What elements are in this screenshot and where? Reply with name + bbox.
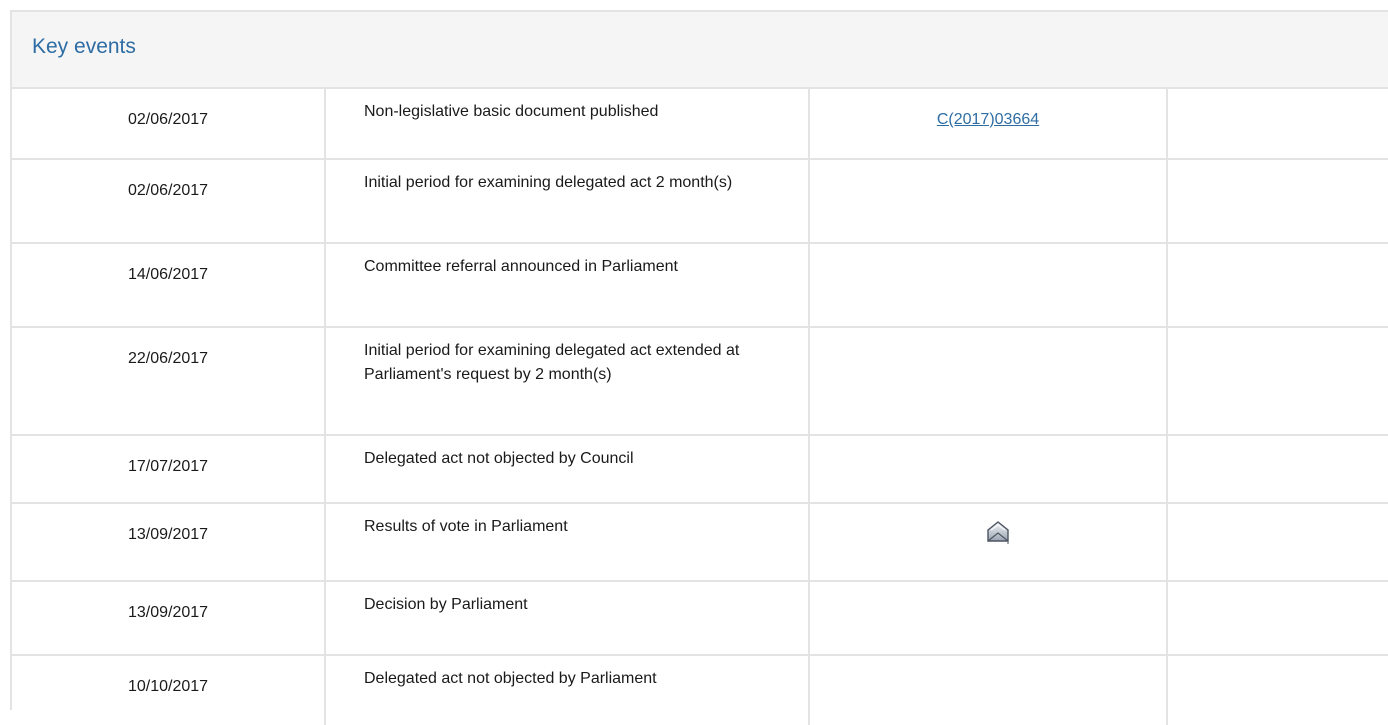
event-date: 02/06/2017: [12, 89, 326, 160]
envelope-open-icon[interactable]: [985, 519, 1011, 545]
event-description: Decision by Parliament: [325, 581, 810, 656]
event-date: 02/06/2017: [12, 159, 326, 244]
table-row: 10/10/2017 Delegated act not objected by…: [12, 655, 1388, 725]
event-extra-cell: [1167, 503, 1388, 582]
event-document-cell: C(2017)03664: [809, 89, 1168, 160]
event-description: Non-legislative basic document published: [325, 89, 810, 160]
event-extra-cell: [1167, 243, 1388, 328]
event-description: Initial period for examining delegated a…: [325, 159, 810, 244]
event-date: 14/06/2017: [12, 243, 326, 328]
event-description: Results of vote in Parliament: [325, 503, 810, 582]
table-row: 13/09/2017 Decision by Parliament: [12, 581, 1388, 656]
event-extra-cell: [1167, 327, 1388, 436]
key-events-table: 02/06/2017 Non-legislative basic documen…: [12, 89, 1388, 725]
table-row: 02/06/2017 Non-legislative basic documen…: [12, 89, 1388, 160]
table-row: 17/07/2017 Delegated act not objected by…: [12, 435, 1388, 504]
event-document-cell: [809, 655, 1168, 725]
event-document-cell: [809, 327, 1168, 436]
event-date: 10/10/2017: [12, 655, 326, 725]
table-row: 14/06/2017 Committee referral announced …: [12, 243, 1388, 328]
event-document-cell: [809, 581, 1168, 656]
event-extra-cell: [1167, 159, 1388, 244]
event-document-cell: [809, 159, 1168, 244]
table-row: 22/06/2017 Initial period for examining …: [12, 327, 1388, 436]
event-date: 13/09/2017: [12, 503, 326, 582]
envelope-open-icon-graphic: [987, 521, 1009, 544]
table-row: 02/06/2017 Initial period for examining …: [12, 159, 1388, 244]
event-date: 17/07/2017: [12, 435, 326, 504]
event-description: Committee referral announced in Parliame…: [325, 243, 810, 328]
event-extra-cell: [1167, 435, 1388, 504]
document-link[interactable]: C(2017)03664: [937, 111, 1039, 128]
panel-title: Key events: [32, 35, 136, 58]
event-document-cell: [809, 503, 1168, 582]
event-extra-cell: [1167, 581, 1388, 656]
table-row: 13/09/2017 Results of vote in Parliament: [12, 503, 1388, 582]
panel-header: Key events: [12, 12, 1388, 89]
event-date: 13/09/2017: [12, 581, 326, 656]
event-description: Initial period for examining delegated a…: [325, 327, 810, 436]
event-description: Delegated act not objected by Council: [325, 435, 810, 504]
event-document-cell: [809, 243, 1168, 328]
event-document-cell: [809, 435, 1168, 504]
event-date: 22/06/2017: [12, 327, 326, 436]
key-events-panel: Key events 02/06/2017 Non-legislative ba…: [10, 10, 1388, 725]
event-description: Delegated act not objected by Parliament: [325, 655, 810, 725]
event-extra-cell: [1167, 655, 1388, 725]
event-extra-cell: [1167, 89, 1388, 160]
